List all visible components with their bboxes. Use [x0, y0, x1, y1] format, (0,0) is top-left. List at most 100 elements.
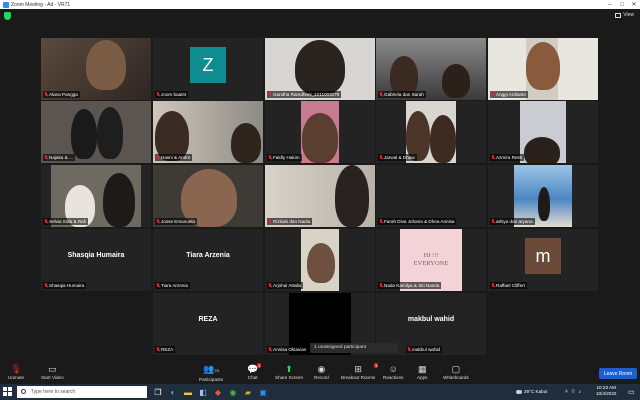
unmute-button[interactable]: 🎙 Unmute [8, 363, 24, 380]
mic-muted-icon [44, 219, 48, 224]
participant-name-label: Josse Emanuela [155, 218, 197, 225]
chevron-up-icon: ˄ [565, 389, 568, 395]
participants-button[interactable]: 👥23 Participants [199, 363, 223, 382]
taskbar-search-input[interactable]: Type here to search [17, 386, 147, 398]
participant-display-name: Shasqia Humaira [67, 251, 125, 259]
taskbar-clock[interactable]: 10:23 AM 10/4/2022 [596, 385, 616, 397]
participant-video [86, 40, 126, 90]
participant-name-label: Rizkiah dan Nadia [267, 218, 313, 225]
participant-name-label: athiya dan aryana [490, 218, 535, 225]
participant-tile[interactable]: m Raffael Cliffert [488, 229, 598, 291]
participant-tile[interactable]: Najaka & ... [41, 101, 151, 163]
volume-icon: ♪ [578, 389, 582, 395]
mic-muted-icon [379, 219, 383, 224]
file-explorer-icon[interactable]: ▬ [183, 387, 193, 397]
chrome-icon[interactable]: ◉ [228, 387, 238, 397]
mic-muted-icon [491, 155, 495, 160]
participant-tile[interactable]: Selvia Sofa & Rafi [41, 165, 151, 227]
mic-muted-icon [156, 283, 160, 288]
participant-tile[interactable]: Jarwal & Dhaw [376, 101, 486, 163]
leave-room-button[interactable]: Leave Room [599, 368, 637, 379]
view-button[interactable]: View [615, 12, 634, 18]
clock-date: 10/4/2022 [596, 391, 617, 396]
video-off-icon: ▭ [48, 364, 57, 374]
avatar: m [525, 238, 561, 275]
wifi-icon: ⌔ [570, 389, 576, 395]
participant-video [538, 187, 550, 221]
mic-muted-icon [268, 92, 272, 97]
mic-muted-icon [268, 283, 272, 288]
reactions-button[interactable]: ☺ Reactions [383, 363, 403, 380]
participant-name-label: Farah Diva Johana & Dhea Annisa [378, 218, 457, 225]
participant-tile[interactable]: Gabriela dan Sarah [376, 38, 486, 100]
mic-muted-icon [268, 155, 272, 160]
participant-name-label: zoom baa04 [155, 91, 189, 98]
participant-tile[interactable]: Josse Emanuela [153, 165, 263, 227]
participant-tile[interactable]: Hasni & Andre [153, 101, 263, 163]
window-title: Zoom Meeting - Ad - VR71 [11, 1, 71, 8]
participants-icon: 👥23 [203, 364, 219, 374]
store-icon[interactable]: ◧ [198, 387, 208, 397]
participant-display-name: REZA [198, 315, 218, 323]
participant-name-label: Gandha Ramdhani_1211003178 [267, 91, 342, 98]
record-icon: ◉ [317, 364, 326, 374]
start-video-button[interactable]: ▭ Start Video [41, 363, 64, 380]
security-shield-icon[interactable] [4, 12, 11, 20]
participant-tile[interactable]: athiya dan aryana [488, 165, 598, 227]
notification-icon[interactable]: ▭ [628, 388, 635, 396]
participant-tile[interactable]: Shasqia Humaira Shasqia Humaira [41, 229, 151, 291]
participant-tile[interactable]: Alana Pangga [41, 38, 151, 100]
participant-tile[interactable]: Rizkiah dan Nadia [265, 165, 375, 227]
mic-muted-icon [156, 155, 160, 160]
participant-name-label: Anggi Ardianto [490, 91, 528, 98]
participant-name-label: Raffael Cliffert [490, 282, 527, 289]
breakout-rooms-button[interactable]: ⊞ 1 Breakout Rooms [341, 363, 379, 380]
participant-tile[interactable]: Arjohal Attalla [265, 229, 375, 291]
participant-tile[interactable]: Tiara Arzenia Tiara Arzenia [153, 229, 263, 291]
task-view-icon[interactable]: ❒ [153, 387, 163, 397]
whiteboard-icon: ▢ [451, 364, 461, 374]
apps-button[interactable]: ▦ Apps [417, 363, 427, 380]
windows-start-icon[interactable] [3, 387, 13, 397]
cloud-icon [516, 389, 522, 394]
system-tray[interactable]: ˄ ⌔ ♪ [565, 389, 581, 395]
participant-video [524, 137, 560, 163]
participant-tile[interactable]: Faldly Hakim [265, 101, 375, 163]
mic-muted-icon [379, 92, 383, 97]
weather-widget[interactable]: 29°C Kabut [516, 389, 548, 394]
folder-icon[interactable]: ▰ [243, 387, 253, 397]
mic-muted-icon [268, 219, 272, 224]
mic-muted-icon [44, 155, 48, 160]
participant-display-name: makbul wahid [407, 315, 455, 323]
participant-tile[interactable]: Gandha Ramdhani_1211003178 [265, 38, 375, 100]
participant-tile[interactable]: REZA REZA [153, 293, 263, 355]
participant-video [335, 165, 369, 227]
share-screen-button[interactable]: ⬆ Share Screen [275, 363, 303, 380]
minimize-icon[interactable]: – [604, 0, 616, 9]
whiteboards-button[interactable]: ▢ Whiteboards [443, 363, 469, 380]
chat-button[interactable]: 💬 1 Chat [247, 363, 262, 380]
mic-muted-icon [156, 92, 160, 97]
mic-muted-icon [156, 347, 160, 352]
mic-muted-icon [379, 283, 383, 288]
edge-browser-icon[interactable]: ◐ [168, 387, 178, 397]
close-icon[interactable]: ✕ [628, 0, 640, 9]
participant-tile[interactable]: HI !!! EVERYONE Nada Kamilya & Siti Nand… [376, 229, 486, 291]
participant-tile[interactable]: Farah Diva Johana & Dhea Annisa [376, 165, 486, 227]
participant-tile-active-speaker[interactable]: Anggi Ardianto [488, 38, 598, 100]
view-label: View [623, 12, 634, 18]
maximize-icon[interactable]: □ [616, 0, 628, 9]
participant-video [526, 42, 560, 90]
breakout-rooms-icon: ⊞ [354, 364, 362, 374]
office-icon[interactable]: ◆ [213, 387, 223, 397]
participant-tile[interactable]: Azmira Resti [488, 101, 598, 163]
unassigned-participant-tooltip: 1 unassigned participant [310, 343, 398, 353]
participant-video [307, 243, 335, 283]
mic-muted-icon [491, 283, 495, 288]
mic-muted-icon [156, 219, 160, 224]
participant-tile[interactable]: Z zoom baa04 [153, 38, 263, 100]
mic-muted-icon [44, 92, 48, 97]
zoom-taskbar-icon[interactable]: ▣ [258, 387, 268, 397]
record-button[interactable]: ◉ Record [314, 363, 329, 380]
zoom-logo-icon [3, 1, 9, 8]
